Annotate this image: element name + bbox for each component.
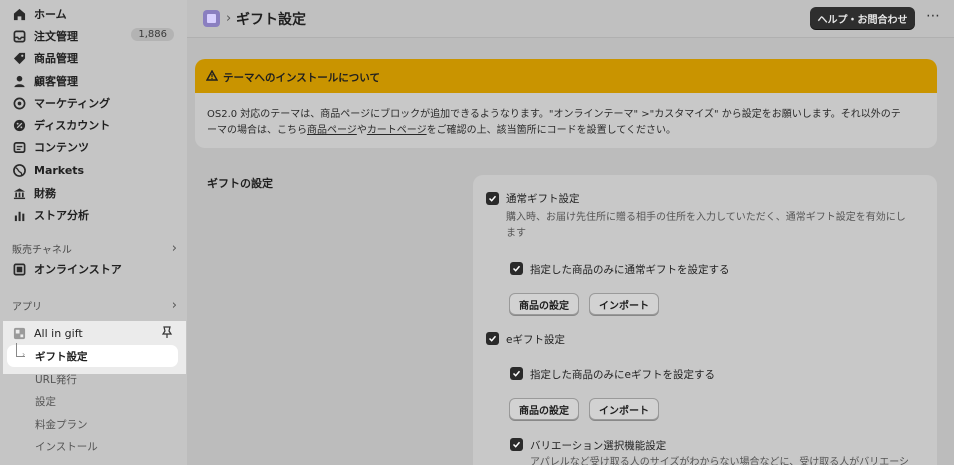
nav-home-label: ホーム — [34, 8, 67, 21]
nav-finance[interactable]: 財務 — [12, 183, 177, 203]
sub-url-issue[interactable]: URL発行 — [35, 372, 77, 387]
apps-label: アプリ — [12, 301, 42, 313]
variation-desc: アパレルなど受け取る人のサイズがわからない場合などに、受け取る人がバリエーシ — [530, 457, 909, 465]
tag-icon — [12, 51, 26, 65]
egift-import-button[interactable]: インポート — [589, 398, 659, 420]
egift-label: eギフト設定 — [506, 334, 565, 346]
person-icon — [12, 74, 26, 88]
gift-section-title: ギフトの設定 — [207, 177, 273, 190]
app-header-icon — [203, 10, 220, 27]
arrow-right-icon: › — [22, 350, 26, 359]
discount-icon — [12, 118, 26, 132]
check-icon — [512, 370, 521, 377]
orders-count-badge: 1,886 — [131, 28, 174, 41]
nav-orders-label: 注文管理 — [34, 30, 78, 43]
nav-products[interactable]: 商品管理 — [12, 48, 177, 68]
chevron-right-icon: › — [171, 297, 177, 313]
nav-finance-label: 財務 — [34, 187, 56, 200]
banner-line-2-post: をご確認の上、該当箇所にコードを設置してください。 — [426, 125, 677, 136]
normal-gift-only-label: 指定した商品のみに通常ギフトを設定する — [530, 264, 730, 276]
normal-gift-label: 通常ギフト設定 — [506, 193, 580, 205]
more-actions-icon[interactable]: ⋯ — [926, 8, 940, 24]
sales-channels-header[interactable]: 販売チャネル › — [12, 240, 177, 256]
nav-content[interactable]: コンテンツ — [12, 137, 177, 157]
banner-line-2-mid: や — [356, 125, 367, 136]
nav-content-label: コンテンツ — [34, 141, 89, 154]
sub-settings[interactable]: 設定 — [35, 394, 56, 409]
help-button[interactable]: ヘルプ・お問合わせ — [810, 7, 915, 29]
check-icon — [488, 335, 497, 342]
banner-line-2: ーマの場合は、こちら商品ページやカートページをご確認の上、該当箇所にコードを設置… — [207, 121, 676, 136]
normal-gift-desc-1: 購入時、お届け先住所に贈る相手の住所を入力していただく、通常ギフト設定を有効にし — [506, 212, 906, 223]
variation-checkbox[interactable] — [510, 438, 523, 451]
warning-icon — [205, 69, 219, 84]
page-title: ギフト設定 — [236, 12, 306, 28]
nav-markets-label: Markets — [34, 163, 85, 177]
app-name-label: All in gift — [34, 326, 83, 340]
globe-icon — [12, 163, 26, 177]
egift-product-settings-button[interactable]: 商品の設定 — [509, 398, 579, 420]
sidebar — [0, 0, 187, 465]
nav-customers[interactable]: 顧客管理 — [12, 71, 177, 91]
cart-page-link[interactable]: カートページ — [367, 125, 427, 136]
banner-line-2-pre: ーマの場合は、こちら — [207, 125, 307, 136]
sub-install[interactable]: インストール — [35, 439, 98, 454]
sales-channels-label: 販売チャネル — [12, 244, 72, 256]
product-page-link[interactable]: 商品ページ — [307, 125, 357, 136]
check-icon — [512, 441, 521, 448]
egift-only-label: 指定した商品のみにeギフトを設定する — [530, 369, 715, 381]
bank-icon — [12, 186, 26, 200]
variation-label: バリエーション選択機能設定 — [530, 440, 667, 452]
target-icon — [12, 96, 26, 110]
chevron-right-icon: › — [171, 240, 177, 256]
nav-online-store[interactable]: オンラインストア — [12, 259, 177, 279]
normal-gift-checkbox[interactable] — [486, 192, 499, 205]
nav-customers-label: 顧客管理 — [34, 75, 78, 88]
nav-analytics[interactable]: ストア分析 — [12, 205, 177, 225]
normal-import-button[interactable]: インポート — [589, 293, 659, 315]
nav-online-store-label: オンラインストア — [34, 263, 122, 276]
check-icon — [488, 195, 497, 202]
app-icon — [12, 326, 26, 340]
breadcrumb-chevron-icon: › — [226, 11, 232, 26]
nav-orders[interactable]: 注文管理 1,886 — [12, 26, 177, 46]
normal-product-settings-button[interactable]: 商品の設定 — [509, 293, 579, 315]
check-icon — [512, 265, 521, 272]
nav-marketing-label: マーケティング — [34, 97, 111, 110]
sub-gift-settings[interactable]: ギフト設定 — [35, 349, 88, 364]
egift-checkbox[interactable] — [486, 332, 499, 345]
home-icon — [12, 7, 26, 21]
apps-header[interactable]: アプリ › — [12, 297, 177, 313]
banner-title: テーマへのインストールについて — [223, 72, 380, 84]
sub-pricing[interactable]: 料金プラン — [35, 417, 88, 432]
nav-discounts[interactable]: ディスカウント — [12, 115, 177, 135]
nav-discounts-label: ディスカウント — [34, 119, 111, 132]
nav-markets[interactable]: Markets — [12, 160, 177, 180]
nav-home[interactable]: ホーム — [12, 4, 177, 24]
active-sub-item-bg — [7, 345, 178, 367]
normal-gift-desc-2: ます — [506, 228, 526, 239]
nav-marketing[interactable]: マーケティング — [12, 93, 177, 113]
inbox-icon — [12, 29, 26, 43]
normal-gift-only-checkbox[interactable] — [510, 262, 523, 275]
bar-chart-icon — [12, 208, 26, 222]
nav-products-label: 商品管理 — [34, 52, 78, 65]
store-icon — [12, 262, 26, 276]
pin-icon[interactable] — [161, 326, 173, 342]
nav-app-all-in-gift[interactable]: All in gift — [12, 323, 177, 343]
banner-line-1: OS2.0 対応のテーマは、商品ページにブロックが追加できるようなります。"オン… — [207, 109, 901, 120]
nav-analytics-label: ストア分析 — [34, 209, 89, 222]
content-icon — [12, 140, 26, 154]
egift-only-checkbox[interactable] — [510, 367, 523, 380]
